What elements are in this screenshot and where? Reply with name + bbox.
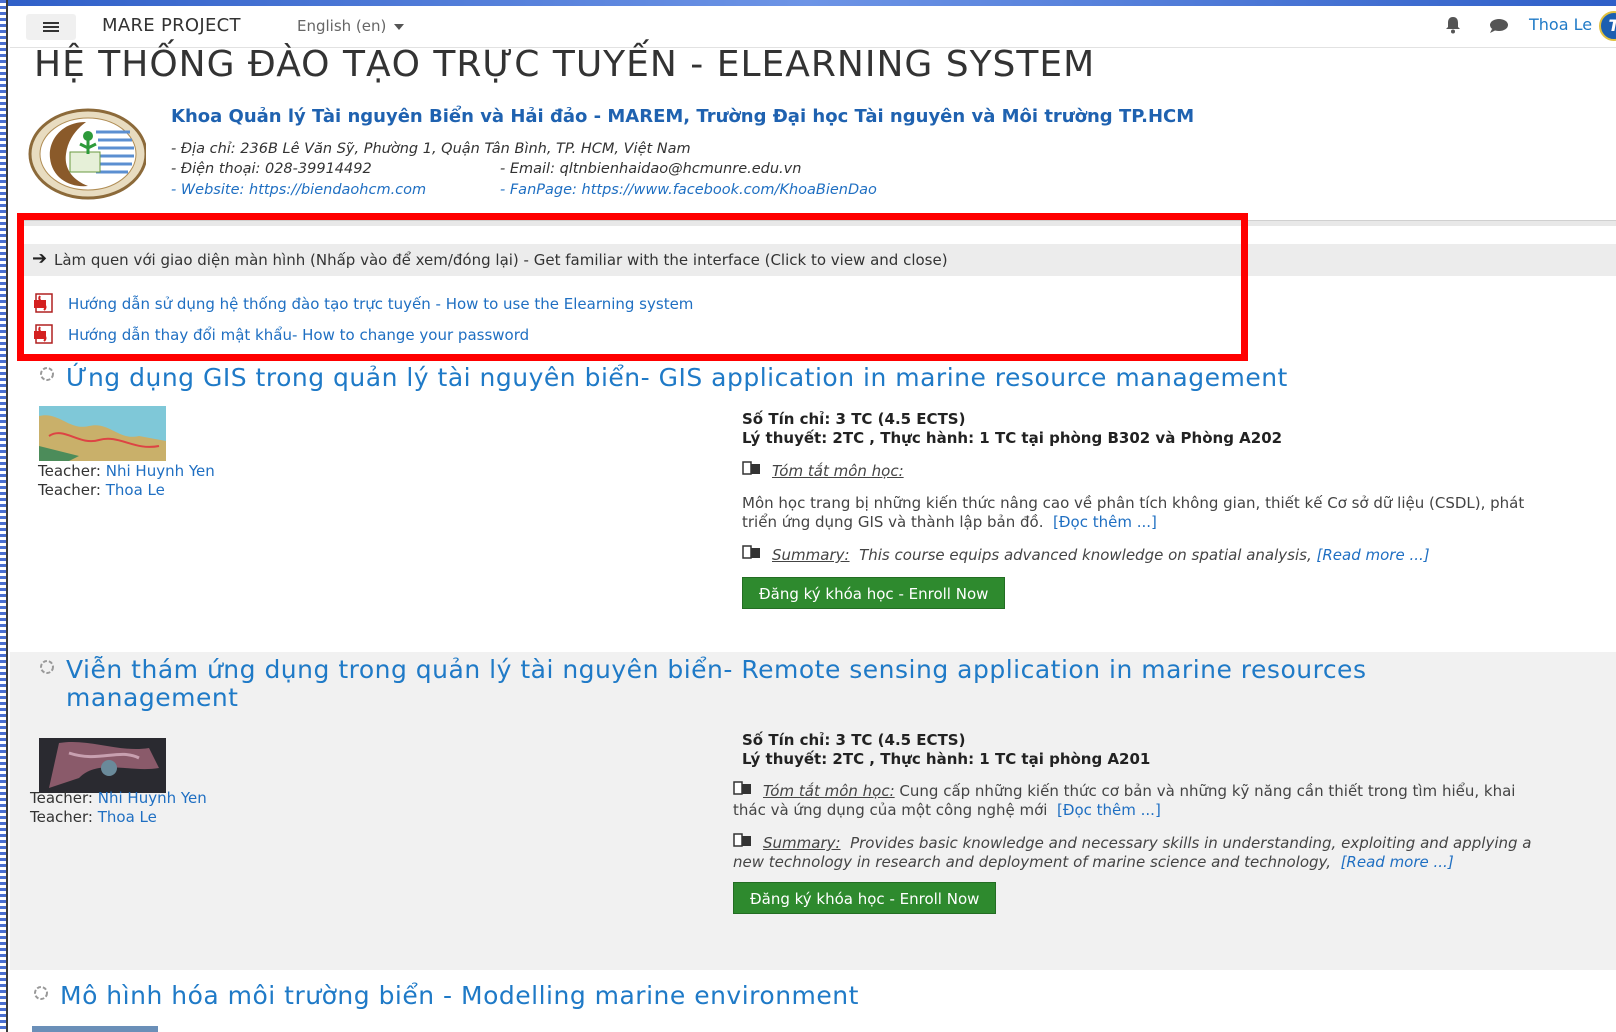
course-card-modelling: Mô hình hóa môi trường biển - Modelling … — [10, 970, 1616, 1032]
language-label: English (en) — [297, 17, 387, 35]
language-menu[interactable]: English (en) — [297, 17, 405, 35]
book-icon — [742, 545, 760, 559]
teacher-name-link[interactable]: Thoa Le — [98, 808, 157, 826]
course-icon — [40, 660, 54, 674]
website-label: - Website: — [171, 182, 249, 198]
email-text: - Email: qltnbienhaidao@hcmunre.edu.vn — [500, 161, 802, 177]
phone-text: - Điện thoại: 028-39914492 — [171, 161, 372, 177]
course-thumbnail-map — [39, 406, 166, 461]
summary-vi-text-2: triển ứng dụng GIS và thành lập bản đồ. … — [742, 513, 1157, 531]
teacher-line: Teacher: Thoa Le — [38, 481, 165, 499]
chat-icon[interactable] — [1489, 18, 1509, 34]
chevron-down-icon — [394, 23, 405, 30]
course-card-gis: Ứng dụng GIS trong quản lý tài nguyên bi… — [10, 362, 1616, 652]
course-title-link[interactable]: Ứng dụng GIS trong quản lý tài nguyên bi… — [66, 362, 1288, 393]
enroll-button[interactable]: Đăng ký khóa học - Enroll Now — [733, 882, 997, 914]
teacher-role: Teacher: — [30, 789, 98, 807]
teacher-name-link[interactable]: Thoa Le — [106, 481, 165, 499]
course-title-link[interactable]: Mô hình hóa môi trường biển - Modelling … — [60, 980, 859, 1011]
window-frame-left — [0, 0, 8, 1032]
address-text: - Địa chỉ: 236B Lê Văn Sỹ, Phường 1, Quậ… — [171, 141, 691, 157]
user-menu-name[interactable]: Thoa Le — [1529, 15, 1592, 34]
fanpage-line: - FanPage: https://www.facebook.com/Khoa… — [500, 182, 877, 198]
teacher-role: Teacher: — [38, 462, 106, 480]
teacher-line: Teacher: Thoa Le — [30, 808, 157, 826]
bell-icon[interactable] — [1444, 16, 1462, 34]
summary-vi-label: Tóm tắt môn học: — [772, 462, 904, 480]
course-title-link[interactable]: Viễn thám ứng dụng trong quản lý tài ngu… — [66, 654, 1366, 685]
book-icon — [733, 781, 751, 795]
read-more-en-link[interactable]: [Read more ...] — [1317, 546, 1430, 564]
website-link[interactable]: https://biendaohcm.com — [249, 182, 426, 198]
annotation-highlight-box — [17, 213, 1248, 361]
course-card-remote-sensing: Viễn thám ứng dụng trong quản lý tài ngu… — [10, 652, 1616, 970]
teacher-line: Teacher: Nhi Huynh Yen — [30, 789, 207, 807]
course-title-link-line2[interactable]: management — [66, 682, 238, 713]
top-navbar: MARE PROJECT English (en) Thoa Le T — [10, 6, 1616, 48]
avatar[interactable]: T — [1599, 11, 1616, 41]
summary-vi-text: Tóm tắt môn học: Cung cấp những kiến thứ… — [763, 782, 1516, 800]
course-hours: Lý thuyết: 2TC , Thực hành: 1 TC tại phò… — [742, 750, 1151, 768]
read-more-vi-link[interactable]: [Đọc thêm ...] — [1057, 801, 1161, 819]
teacher-name-link[interactable]: Nhi Huynh Yen — [98, 789, 207, 807]
teacher-line: Teacher: Nhi Huynh Yen — [38, 462, 215, 480]
course-credits: Số Tín chỉ: 3 TC (4.5 ECTS) — [742, 410, 966, 428]
site-name-link[interactable]: MARE PROJECT — [102, 15, 241, 36]
fanpage-label: - FanPage: — [500, 182, 582, 198]
course-hours: Lý thuyết: 2TC , Thực hành: 1 TC tại phò… — [742, 429, 1283, 447]
summary-vi-text-2: thác và ứng dụng của một công nghệ mới [… — [733, 801, 1161, 819]
course-icon — [34, 986, 48, 1000]
read-more-vi-link[interactable]: [Đọc thêm ...] — [1053, 513, 1157, 531]
faculty-logo — [28, 108, 146, 200]
book-icon — [742, 461, 760, 475]
course-thumbnail-satellite — [39, 738, 166, 793]
course-thumbnail-partial — [32, 1026, 158, 1032]
page-title: HỆ THỐNG ĐÀO TẠO TRỰC TUYẾN - ELEARNING … — [34, 44, 1096, 85]
fanpage-link[interactable]: https://www.facebook.com/KhoaBienDao — [582, 182, 877, 198]
menu-toggle-button[interactable] — [26, 14, 76, 40]
teacher-role: Teacher: — [38, 481, 106, 499]
summary-en-text: Summary: This course equips advanced kno… — [772, 546, 1430, 564]
enroll-button[interactable]: Đăng ký khóa học - Enroll Now — [742, 577, 1006, 609]
book-icon — [733, 833, 751, 847]
summary-en-text-2: new technology in research and deploymen… — [733, 853, 1454, 871]
teacher-role: Teacher: — [30, 808, 98, 826]
faculty-name-link[interactable]: Khoa Quản lý Tài nguyên Biển và Hải đảo … — [171, 106, 1194, 127]
course-icon — [40, 367, 54, 381]
website-line: - Website: https://biendaohcm.com — [171, 182, 426, 198]
summary-en-text: Summary: Provides basic knowledge and ne… — [763, 834, 1532, 852]
teacher-name-link[interactable]: Nhi Huynh Yen — [106, 462, 215, 480]
summary-vi-text: Môn học trang bị những kiến thức nâng ca… — [742, 494, 1525, 512]
read-more-en-link[interactable]: [Read more ...] — [1341, 853, 1454, 871]
course-credits: Số Tín chỉ: 3 TC (4.5 ECTS) — [742, 731, 966, 749]
